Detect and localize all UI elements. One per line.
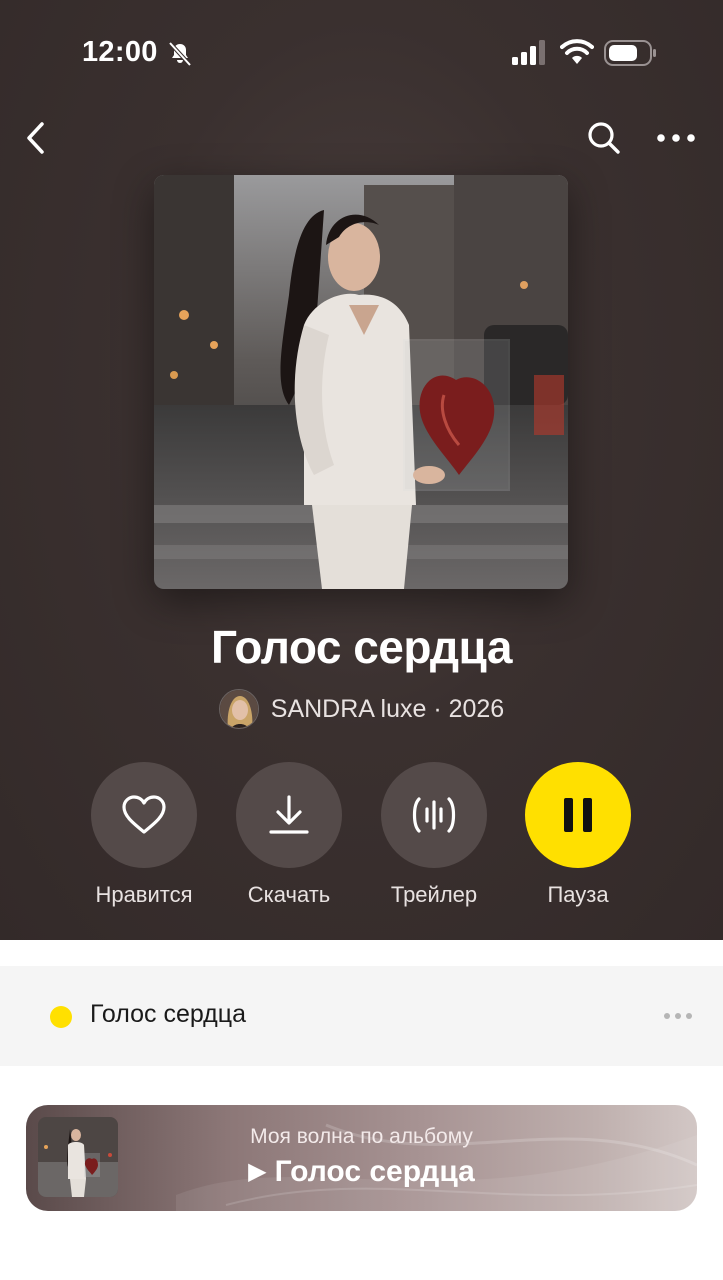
download-icon (269, 795, 309, 834)
heart-icon (122, 795, 166, 834)
artist-year-label[interactable]: SANDRA luxe · 2026 (271, 695, 504, 724)
pause-action[interactable]: Пауза (508, 762, 648, 908)
wifi-icon (560, 39, 594, 64)
download-button[interactable] (236, 762, 342, 868)
pause-button[interactable] (525, 762, 631, 868)
track-row[interactable]: Голос сердца (0, 966, 723, 1066)
like-action[interactable]: Нравится (74, 762, 214, 908)
like-button[interactable] (91, 762, 197, 868)
artist-avatar[interactable] (218, 689, 259, 729)
bell-slash-icon (168, 41, 192, 67)
cellular-signal-icon (512, 40, 545, 65)
search-button[interactable] (582, 116, 626, 160)
like-label: Нравится (95, 882, 193, 907)
artist-row[interactable]: SANDRA luxe · 2026 (0, 688, 723, 730)
album-cover (154, 175, 568, 589)
pause-label: Пауза (547, 882, 609, 907)
album-title: Голос сердца (211, 621, 512, 673)
download-action[interactable]: Скачать (219, 762, 359, 908)
more-options-button[interactable] (654, 116, 698, 160)
chevron-left-icon (27, 122, 44, 154)
my-wave-banner[interactable]: Моя волна по альбому ▶ Голос сердца (26, 1105, 697, 1211)
battery-icon (604, 40, 656, 66)
download-label: Скачать (247, 882, 331, 907)
search-icon (588, 122, 620, 154)
more-horizontal-icon (657, 134, 695, 142)
wave-title-text: Голос сердца (274, 1155, 475, 1188)
back-button[interactable] (16, 116, 56, 160)
more-horizontal-icon (664, 1013, 692, 1019)
trailer-wave-icon (412, 797, 456, 833)
trailer-label: Трейлер (390, 882, 478, 907)
trailer-button[interactable] (381, 762, 487, 868)
play-icon: ▶ (248, 1158, 267, 1185)
wave-play-title[interactable]: ▶ Голос сердца (26, 1155, 697, 1189)
now-playing-dot (50, 1006, 72, 1028)
wave-subtitle: Моя волна по альбому (250, 1125, 473, 1148)
status-time: 12:00 (82, 36, 158, 68)
pause-icon (564, 798, 592, 832)
trailer-action[interactable]: Трейлер (364, 762, 504, 908)
status-bar: 12:00 (0, 0, 723, 100)
track-title[interactable]: Голос сердца (90, 1000, 246, 1029)
track-more-button[interactable] (658, 1002, 698, 1030)
